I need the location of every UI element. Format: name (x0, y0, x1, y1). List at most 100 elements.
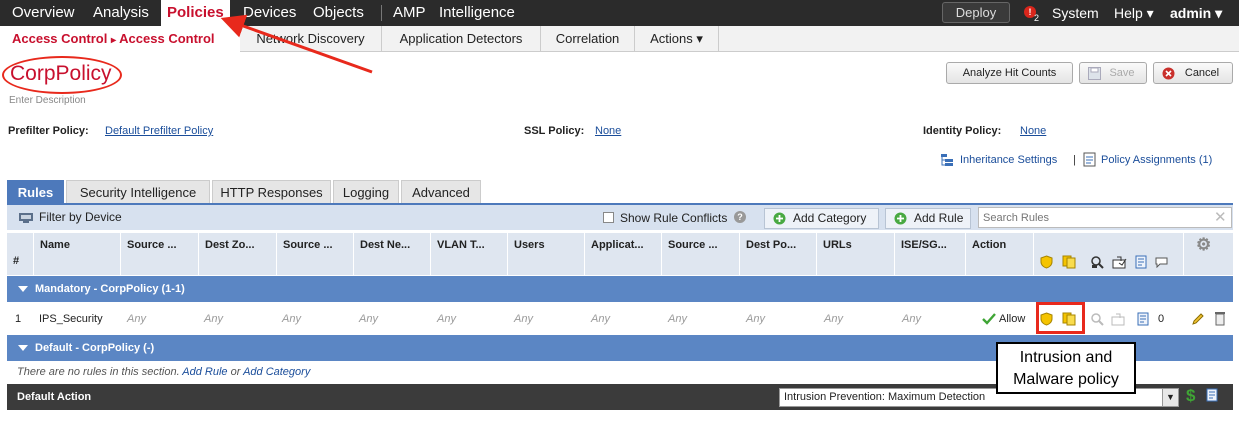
annotation-callout: Intrusion and Malware policy (996, 342, 1136, 394)
policy-assignments-icon (1083, 152, 1096, 167)
tab-rules[interactable]: Rules (7, 180, 64, 203)
delete-trash-icon[interactable] (1214, 311, 1226, 326)
tab-logging[interactable]: Logging (333, 180, 399, 203)
no-rules-or: or (230, 366, 241, 378)
show-conflicts-toggle[interactable]: Show Rule Conflicts ? (603, 211, 758, 227)
column-urls[interactable]: URLs (817, 233, 895, 275)
analyze-hit-counts-button[interactable]: Analyze Hit Counts (946, 62, 1073, 84)
column-vlan-tags[interactable]: VLAN T... (431, 233, 508, 275)
tab-advanced[interactable]: Advanced (401, 180, 481, 203)
filter-by-device-button[interactable]: Filter by Device (11, 208, 211, 229)
log-icon (1135, 255, 1147, 269)
collapse-icon[interactable] (18, 345, 28, 351)
default-action-value: Intrusion Prevention: Maximum Detection (784, 391, 986, 403)
column-number: # (7, 233, 34, 275)
intrusion-policy-icon (1040, 255, 1053, 269)
column-name[interactable]: Name (34, 233, 121, 275)
column-users[interactable]: Users (508, 233, 585, 275)
save-label: Save (1109, 67, 1135, 79)
callout-line-2: Malware policy (1013, 371, 1119, 388)
default-action-label: Default Action (17, 391, 92, 403)
rules-table-header: # Name Source ... Dest Zo... Source ... … (7, 233, 1233, 275)
file-policy-icon (1062, 255, 1076, 269)
column-applications[interactable]: Applicat... (585, 233, 662, 275)
section-default-label: Default - CorpPolicy (-) (35, 342, 155, 354)
show-conflicts-checkbox[interactable] (603, 212, 614, 223)
rule-ise-sgt: Any (902, 313, 921, 325)
add-rule-button[interactable]: Add Rule (885, 208, 971, 229)
collapse-icon[interactable] (18, 286, 28, 292)
identity-label: Identity Policy: (923, 125, 1002, 137)
description-field[interactable]: Enter Description (9, 95, 86, 106)
chevron-down-icon[interactable]: ▼ (1162, 389, 1178, 406)
prefilter-link[interactable]: Default Prefilter Policy (105, 125, 213, 137)
column-source-networks[interactable]: Source ... (277, 233, 354, 275)
rule-users: Any (514, 313, 533, 325)
callout-line-1: Intrusion and (1019, 349, 1113, 366)
add-rule-link[interactable]: Add Rule (182, 366, 227, 378)
column-dest-zones[interactable]: Dest Zo... (199, 233, 277, 275)
column-settings: ⚙ (1184, 233, 1233, 275)
log-destination-icon[interactable] (1111, 312, 1127, 326)
rule-applications: Any (591, 313, 610, 325)
rule-action[interactable]: Allow (999, 305, 1025, 333)
add-category-label: Add Category (793, 211, 867, 225)
rule-urls: Any (824, 313, 843, 325)
rule-name[interactable]: IPS_Security (39, 305, 103, 333)
show-conflicts-label: Show Rule Conflicts (620, 211, 728, 225)
no-rules-text: There are no rules in this section. (17, 366, 180, 378)
search-rules-input[interactable] (978, 207, 1232, 228)
annotation-arrow (220, 14, 373, 74)
clear-search-icon[interactable]: ✕ (1214, 208, 1227, 226)
tab-http-responses[interactable]: HTTP Responses (212, 180, 331, 203)
policy-assignments-link[interactable]: Policy Assignments (1) (1101, 154, 1212, 166)
column-inspection-icons (1034, 233, 1184, 275)
column-ise-sgt[interactable]: ISE/SG... (895, 233, 966, 275)
tab-correlation[interactable]: Correlation (541, 26, 635, 52)
ssl-label: SSL Policy: (524, 125, 585, 137)
add-rule-label: Add Rule (914, 211, 964, 225)
add-category-button[interactable]: Add Category (764, 208, 879, 229)
annotation-highlight-box (1036, 302, 1085, 334)
add-category-link[interactable]: Add Category (243, 366, 310, 378)
section-mandatory[interactable]: Mandatory - CorpPolicy (1-1) (7, 276, 1233, 302)
device-icon (19, 213, 33, 223)
nav-system[interactable]: System (1046, 0, 1105, 26)
ssl-link[interactable]: None (595, 125, 621, 137)
variable-set-icon[interactable] (1090, 312, 1104, 326)
add-icon (894, 212, 907, 225)
column-source-zones[interactable]: Source ... (121, 233, 199, 275)
add-icon (773, 212, 786, 225)
cancel-button[interactable]: Cancel (1153, 62, 1233, 84)
tab-security-intelligence[interactable]: Security Intelligence (66, 180, 210, 203)
help-icon[interactable]: ? (734, 211, 746, 223)
comment-icon (1155, 257, 1168, 268)
save-button[interactable]: Save (1079, 62, 1147, 84)
rule-source-zones: Any (127, 313, 146, 325)
edit-pencil-icon[interactable] (1191, 312, 1205, 326)
column-dest-networks[interactable]: Dest Ne... (354, 233, 431, 275)
log-icon[interactable] (1137, 312, 1150, 326)
column-source-ports[interactable]: Source ... (662, 233, 740, 275)
inheritance-settings-link[interactable]: Inheritance Settings (960, 154, 1057, 166)
column-action[interactable]: Action (966, 233, 1034, 275)
tab-application-detectors[interactable]: Application Detectors (382, 26, 541, 52)
cancel-label: Cancel (1184, 67, 1220, 79)
log-icon[interactable] (1206, 388, 1219, 403)
dollar-icon[interactable]: $ (1186, 386, 1195, 406)
nav-user-menu[interactable]: admin ▾ (1164, 0, 1228, 26)
section-mandatory-label: Mandatory - CorpPolicy (1-1) (35, 283, 185, 295)
rule-dest-ports: Any (746, 313, 765, 325)
deploy-button[interactable]: Deploy (942, 2, 1010, 23)
nav-intelligence[interactable]: Intelligence (433, 0, 521, 26)
tab-actions[interactable]: Actions ▾ (635, 26, 719, 52)
rule-dest-networks: Any (359, 313, 378, 325)
alert-count: 2 (1034, 13, 1040, 23)
rule-vlan-tags: Any (437, 313, 456, 325)
cancel-icon (1162, 67, 1175, 80)
identity-link[interactable]: None (1020, 125, 1046, 137)
nav-help[interactable]: Help ▾ (1108, 0, 1160, 26)
prefilter-label: Prefilter Policy: (8, 125, 89, 137)
column-dest-ports[interactable]: Dest Po... (740, 233, 817, 275)
gear-icon[interactable]: ⚙ (1196, 235, 1211, 255)
